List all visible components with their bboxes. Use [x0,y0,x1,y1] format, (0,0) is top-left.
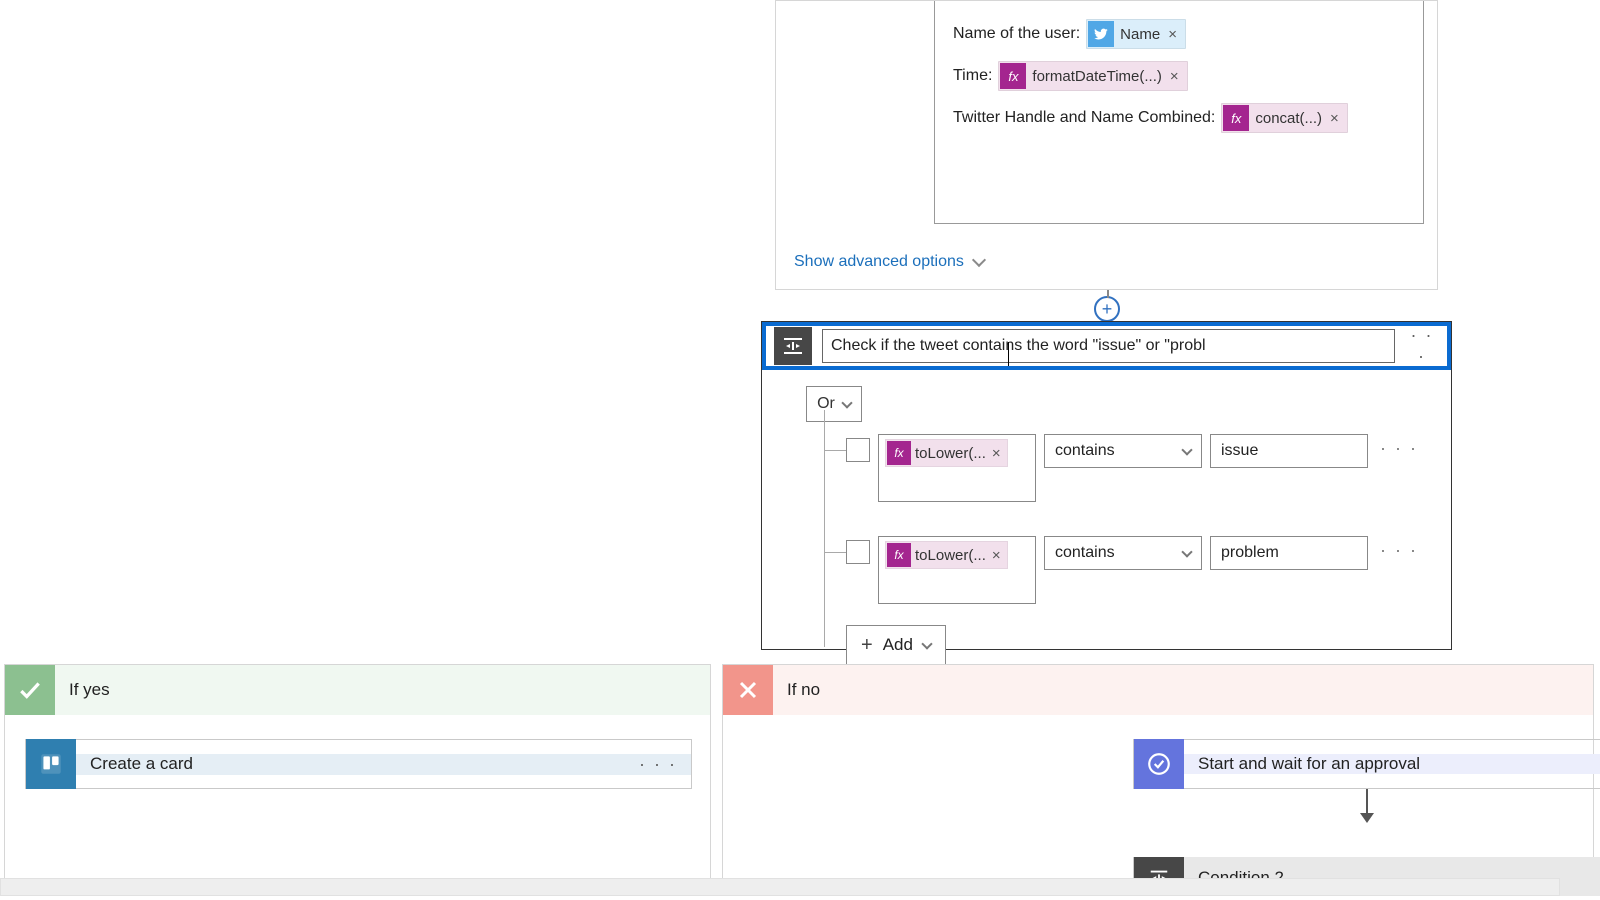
row-more-icon[interactable]: · · · [1380,434,1418,459]
label-handle: Twitter Handle and Name Combined: [953,109,1215,127]
condition-rows: fx toLower(... × contains · · · [806,434,1419,665]
compose-card: Name of the user: Name × Time: fx format… [775,0,1438,290]
show-advanced-options-link[interactable]: Show advanced options [794,253,984,271]
token-handle-text: concat(...) [1255,110,1322,127]
logic-operator-label: Or [817,395,835,413]
trello-icon [26,739,76,789]
condition-more-icon[interactable]: · · · [1405,325,1439,367]
token-time[interactable]: fx formatDateTime(...) × [998,61,1187,91]
match-value-input[interactable] [1210,434,1368,468]
approval-icon [1134,739,1184,789]
if-no-branch: If no Start and wait for an approval Con… [722,664,1594,900]
arrow-down-icon [1360,813,1374,823]
token-handle-remove-icon[interactable]: × [1330,110,1339,127]
operator-label: contains [1055,442,1115,460]
token-tolower-text: toLower(... [915,445,986,462]
add-label: Add [883,635,913,655]
row-checkbox[interactable] [846,540,870,564]
plus-icon: + [861,635,873,655]
connector [1133,789,1600,823]
row-value-box[interactable]: fx toLower(... × [878,434,1036,502]
if-yes-header: If yes [5,665,710,715]
condition-body: Or fx toLower(... × cont [762,370,1451,681]
condition-row: fx toLower(... × contains · · · [806,434,1419,502]
dynamic-content-box[interactable]: Name of the user: Name × Time: fx format… [934,1,1424,224]
condition-icon [774,327,812,365]
token-name-remove-icon[interactable]: × [1168,26,1177,43]
token-tolower-text: toLower(... [915,547,986,564]
token-name-text: Name [1120,26,1160,43]
check-icon [5,665,55,715]
horizontal-scrollbar[interactable] [0,878,1560,896]
action-more-icon[interactable]: · · · [639,754,677,775]
token-tolower[interactable]: fx toLower(... × [885,439,1008,467]
line-time: Time: fx formatDateTime(...) × [953,61,1405,91]
action-start-approval[interactable]: Start and wait for an approval [1133,739,1600,789]
match-value-input[interactable] [1210,536,1368,570]
label-time: Time: [953,67,992,85]
bottom-strip [0,896,1600,900]
twitter-icon [1088,21,1114,47]
chevron-down-icon [921,638,932,649]
token-name[interactable]: Name × [1086,19,1186,49]
operator-label: contains [1055,544,1115,562]
token-time-text: formatDateTime(...) [1032,68,1161,85]
fx-icon: fx [1223,105,1249,131]
chevron-down-icon [972,253,986,267]
fx-icon: fx [887,441,911,465]
token-tolower-remove-icon[interactable]: × [992,547,1001,564]
fx-icon: fx [1000,63,1026,89]
add-condition-button[interactable]: + Add [846,625,946,665]
if-yes-branch: If yes Create a card · · · [4,664,711,894]
condition-card: · · · Or fx toLower(... × [761,321,1452,650]
fx-icon: fx [887,543,911,567]
insert-step-button[interactable]: + [1094,296,1120,322]
action-start-approval-label: Start and wait for an approval [1198,754,1420,774]
logic-operator-dropdown[interactable]: Or [806,386,862,422]
operator-dropdown[interactable]: contains [1044,536,1202,570]
label-name-of-user: Name of the user: [953,25,1080,43]
if-yes-title: If yes [69,680,110,700]
line-handle: Twitter Handle and Name Combined: fx con… [953,103,1405,133]
token-tolower[interactable]: fx toLower(... × [885,541,1008,569]
show-advanced-options-text: Show advanced options [794,253,964,271]
chevron-down-icon [841,397,852,408]
if-no-title: If no [787,680,820,700]
row-checkbox[interactable] [846,438,870,462]
condition-row: fx toLower(... × contains · · · [806,536,1419,604]
line-name: Name of the user: Name × [953,19,1405,49]
row-more-icon[interactable]: · · · [1380,536,1418,561]
condition-title-input[interactable] [822,329,1395,363]
action-create-card[interactable]: Create a card · · · [25,739,692,789]
token-time-remove-icon[interactable]: × [1170,68,1179,85]
plus-icon: + [1102,299,1113,320]
operator-dropdown[interactable]: contains [1044,434,1202,468]
chevron-down-icon [1181,546,1192,557]
row-value-box[interactable]: fx toLower(... × [878,536,1036,604]
chevron-down-icon [1181,444,1192,455]
condition-header: · · · [762,322,1451,370]
if-no-header: If no [723,665,1593,715]
close-icon [723,665,773,715]
action-create-card-label: Create a card [90,754,193,774]
token-handle[interactable]: fx concat(...) × [1221,103,1347,133]
token-tolower-remove-icon[interactable]: × [992,445,1001,462]
